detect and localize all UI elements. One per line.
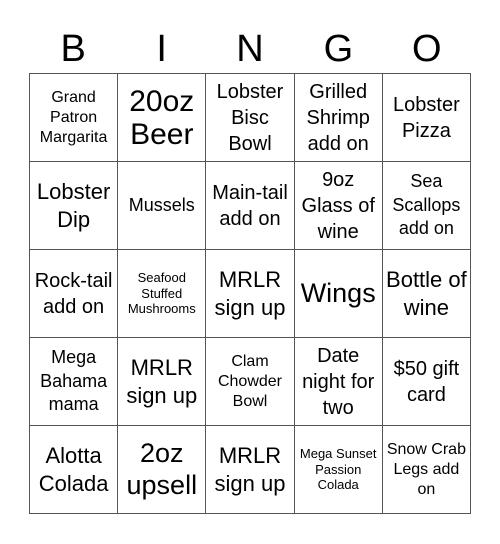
bingo-grid: Grand Patron Margarita 20oz Beer Lobster… (29, 73, 471, 514)
bingo-cell[interactable]: MRLR sign up (206, 250, 295, 338)
bingo-cell[interactable]: MRLR sign up (206, 426, 295, 514)
bingo-cell[interactable]: Rock-tail add on (30, 250, 119, 338)
bingo-cell[interactable]: Wings (294, 250, 383, 338)
header-letter-g: G (323, 28, 354, 70)
bingo-cell[interactable]: Grand Patron Margarita (30, 74, 119, 162)
bingo-cell[interactable]: Lobster Dip (30, 162, 119, 250)
bingo-cell[interactable]: Lobster Pizza (382, 74, 471, 162)
bingo-cell[interactable]: $50 gift card (382, 338, 471, 426)
bingo-cell[interactable]: 9oz Glass of wine (294, 162, 383, 250)
bingo-header: B I N G O (29, 26, 471, 73)
bingo-cell[interactable]: Lobster Bisc Bowl (206, 74, 295, 162)
bingo-cell[interactable]: Mega Sunset Passion Colada (294, 426, 383, 514)
bingo-cell[interactable]: Clam Chowder Bowl (206, 338, 295, 426)
bingo-cell[interactable]: 20oz Beer (118, 74, 207, 162)
bingo-cell[interactable]: Grilled Shrimp add on (294, 74, 383, 162)
bingo-cell[interactable]: Sea Scallops add on (382, 162, 471, 250)
bingo-cell[interactable]: Bottle of wine (382, 250, 471, 338)
bingo-cell[interactable]: Mega Bahama mama (30, 338, 119, 426)
bingo-cell[interactable]: Seafood Stuffed Mushrooms (118, 250, 207, 338)
bingo-cell[interactable]: Date night for two (294, 338, 383, 426)
header-letter-i: I (156, 28, 167, 70)
bingo-cell[interactable]: 2oz upsell (118, 426, 207, 514)
bingo-cell[interactable]: Snow Crab Legs add on (382, 426, 471, 514)
header-letter-o: O (412, 28, 442, 70)
bingo-cell[interactable]: Mussels (118, 162, 207, 250)
bingo-cell[interactable]: MRLR sign up (118, 338, 207, 426)
header-letter-n: N (236, 28, 264, 70)
bingo-cell[interactable]: Main-tail add on (206, 162, 295, 250)
bingo-cell[interactable]: Alotta Colada (30, 426, 119, 514)
header-letter-b: B (60, 28, 86, 70)
